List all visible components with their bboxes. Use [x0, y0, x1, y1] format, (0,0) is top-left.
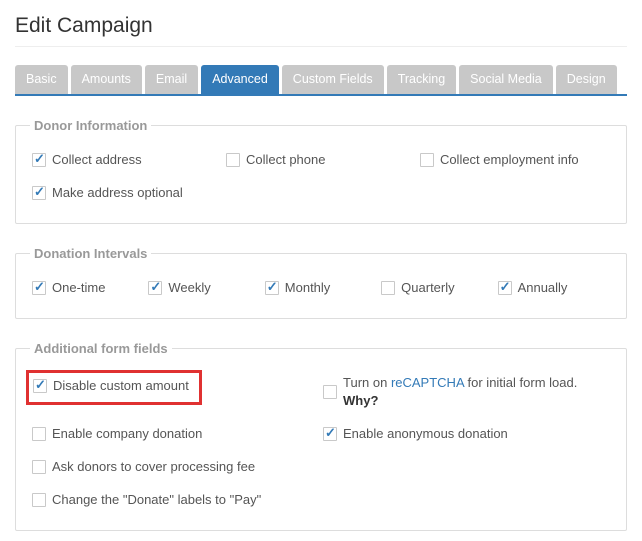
- checkbox-weekly[interactable]: Weekly: [148, 279, 210, 297]
- checkbox-enable-company-donation[interactable]: Enable company donation: [32, 425, 202, 443]
- checkbox-label: Annually: [518, 279, 568, 297]
- checkbox-enable-anonymous-donation[interactable]: Enable anonymous donation: [323, 425, 508, 443]
- checkbox-icon: [498, 281, 512, 295]
- tab-advanced[interactable]: Advanced: [201, 65, 279, 94]
- checkbox-icon: [32, 186, 46, 200]
- checkbox-label: Disable custom amount: [53, 377, 189, 395]
- highlight-disable-custom-amount: Disable custom amount: [26, 370, 202, 405]
- checkbox-recaptcha[interactable]: Turn on reCAPTCHA for initial form load.…: [323, 374, 610, 410]
- group-donor-information: Donor Information Collect address Collec…: [15, 118, 627, 224]
- checkbox-monthly[interactable]: Monthly: [265, 279, 331, 297]
- checkbox-collect-address[interactable]: Collect address: [32, 151, 142, 169]
- checkbox-cover-processing-fee[interactable]: Ask donors to cover processing fee: [32, 458, 255, 476]
- checkbox-address-optional[interactable]: Make address optional: [32, 184, 183, 202]
- checkbox-icon: [32, 281, 46, 295]
- checkbox-label: Make address optional: [52, 184, 183, 202]
- tab-tracking[interactable]: Tracking: [387, 65, 456, 94]
- tab-email[interactable]: Email: [145, 65, 198, 94]
- checkbox-label: Monthly: [285, 279, 331, 297]
- divider: [15, 46, 627, 47]
- page-title: Edit Campaign: [15, 14, 627, 38]
- checkbox-one-time[interactable]: One-time: [32, 279, 105, 297]
- checkbox-icon: [32, 460, 46, 474]
- checkbox-icon: [226, 153, 240, 167]
- checkbox-label: Enable company donation: [52, 425, 202, 443]
- checkbox-icon: [323, 427, 337, 441]
- checkbox-label: Weekly: [168, 279, 210, 297]
- checkbox-icon: [32, 427, 46, 441]
- checkbox-label: Turn on reCAPTCHA for initial form load.…: [343, 374, 610, 410]
- checkbox-icon: [420, 153, 434, 167]
- checkbox-label: Change the "Donate" labels to "Pay": [52, 491, 261, 509]
- checkbox-quarterly[interactable]: Quarterly: [381, 279, 454, 297]
- checkbox-icon: [148, 281, 162, 295]
- checkbox-icon: [32, 153, 46, 167]
- checkbox-label: Collect phone: [246, 151, 326, 169]
- checkbox-label: Collect address: [52, 151, 142, 169]
- checkbox-label: Collect employment info: [440, 151, 579, 169]
- checkbox-icon: [323, 385, 337, 399]
- link-recaptcha[interactable]: reCAPTCHA: [391, 375, 464, 390]
- checkbox-change-donate-to-pay[interactable]: Change the "Donate" labels to "Pay": [32, 491, 261, 509]
- checkbox-label: Ask donors to cover processing fee: [52, 458, 255, 476]
- checkbox-label: Enable anonymous donation: [343, 425, 508, 443]
- checkbox-icon: [32, 493, 46, 507]
- checkbox-icon: [33, 379, 47, 393]
- link-recaptcha-why[interactable]: Why?: [343, 393, 378, 408]
- checkbox-collect-employment[interactable]: Collect employment info: [420, 151, 579, 169]
- checkbox-collect-phone[interactable]: Collect phone: [226, 151, 326, 169]
- group-legend: Donation Intervals: [30, 246, 151, 261]
- tab-amounts[interactable]: Amounts: [71, 65, 142, 94]
- group-donation-intervals: Donation Intervals One-time Weekly Month…: [15, 246, 627, 319]
- tabs-bar: Basic Amounts Email Advanced Custom Fiel…: [15, 65, 627, 96]
- checkbox-annually[interactable]: Annually: [498, 279, 568, 297]
- checkbox-label: Quarterly: [401, 279, 454, 297]
- tab-basic[interactable]: Basic: [15, 65, 68, 94]
- tab-social-media[interactable]: Social Media: [459, 65, 553, 94]
- checkbox-label: One-time: [52, 279, 105, 297]
- tab-design[interactable]: Design: [556, 65, 617, 94]
- checkbox-icon: [265, 281, 279, 295]
- group-additional-form-fields: Additional form fields Disable custom am…: [15, 341, 627, 531]
- checkbox-disable-custom-amount[interactable]: Disable custom amount: [33, 377, 189, 395]
- tab-custom-fields[interactable]: Custom Fields: [282, 65, 384, 94]
- group-legend: Donor Information: [30, 118, 151, 133]
- checkbox-icon: [381, 281, 395, 295]
- group-legend: Additional form fields: [30, 341, 172, 356]
